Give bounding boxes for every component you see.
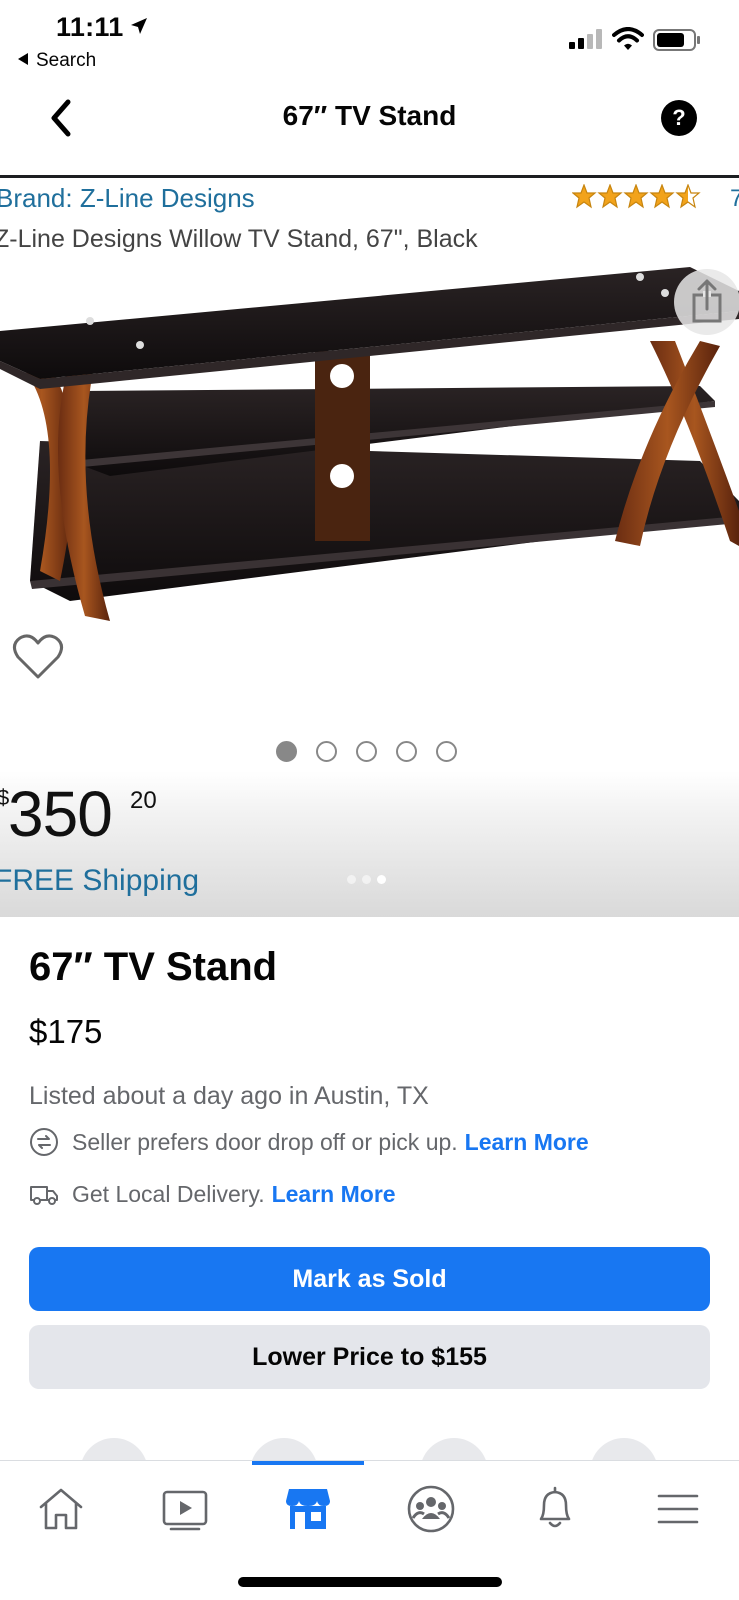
pager-dot[interactable] xyxy=(377,875,386,884)
photo-price-whole: 350 xyxy=(8,778,113,850)
nav-bar: 67″ TV Stand ? xyxy=(0,78,739,178)
listing-price: $175 xyxy=(29,1013,103,1050)
pickup-text: Seller prefers door drop off or pick up. xyxy=(72,1128,458,1155)
home-indicator xyxy=(238,1577,502,1587)
carousel-dot[interactable] xyxy=(316,741,337,762)
back-to-search-link[interactable]: Search xyxy=(18,50,96,72)
tv-stand-image xyxy=(0,267,739,621)
cellular-signal-icon xyxy=(569,29,602,49)
carousel-dot[interactable] xyxy=(436,741,457,762)
image-carousel-dots xyxy=(276,741,457,762)
lower-price-button[interactable]: Lower Price to $155 xyxy=(29,1325,710,1389)
bell-icon[interactable] xyxy=(527,1481,583,1537)
share-icon[interactable] xyxy=(674,269,739,335)
hamburger-menu-icon[interactable] xyxy=(650,1481,706,1537)
swap-arrows-icon xyxy=(30,1128,58,1156)
location-arrow-icon xyxy=(131,18,147,34)
carousel-dot[interactable] xyxy=(276,741,297,762)
carousel-dot[interactable] xyxy=(396,741,417,762)
help-button[interactable]: ? xyxy=(661,100,697,136)
delivery-truck-icon xyxy=(30,1186,58,1205)
nav-title: 67″ TV Stand xyxy=(282,100,457,131)
photo-price-cents: 20 xyxy=(130,787,157,814)
status-bar: 11:11 Search xyxy=(0,0,739,78)
delivery-text: Get Local Delivery. xyxy=(72,1180,265,1207)
photo-brand-text: Brand: Z-Line Designs xyxy=(0,183,255,213)
pickup-learn-more-link[interactable]: Learn More xyxy=(465,1129,589,1156)
listing-photo[interactable]: Brand: Z-Line Designs 7 Z-Line Designs W… xyxy=(0,181,739,917)
wifi-icon xyxy=(612,27,644,50)
back-search-label: Search xyxy=(36,50,97,71)
active-tab-indicator xyxy=(252,1461,364,1465)
pager-dot[interactable] xyxy=(347,875,356,884)
back-triangle-icon xyxy=(18,53,28,65)
listing-meta: Listed about a day ago in Austin, TX xyxy=(29,1082,429,1110)
heart-icon[interactable] xyxy=(12,633,64,681)
delivery-learn-more-link[interactable]: Learn More xyxy=(272,1181,396,1208)
carousel-dot[interactable] xyxy=(356,741,377,762)
status-time: 11:11 xyxy=(56,12,124,42)
home-icon[interactable] xyxy=(33,1481,89,1537)
video-play-icon[interactable] xyxy=(157,1481,213,1537)
listing-title: 67″ TV Stand xyxy=(29,945,278,989)
photo-product-subtitle: Z-Line Designs Willow TV Stand, 67", Bla… xyxy=(0,225,478,253)
battery-icon xyxy=(653,29,700,51)
rating-count-fragment: 7 xyxy=(730,185,739,212)
delivery-info-row: Get Local Delivery. Learn More xyxy=(29,1179,396,1209)
photo-shipping-text: FREE Shipping xyxy=(0,864,200,897)
photo-pager-dots[interactable] xyxy=(347,875,386,884)
pager-dot[interactable] xyxy=(362,875,371,884)
marketplace-shop-icon[interactable] xyxy=(280,1481,336,1537)
mark-as-sold-button[interactable]: Mark as Sold xyxy=(29,1247,710,1311)
groups-icon[interactable] xyxy=(403,1481,459,1537)
pickup-info-row: Seller prefers door drop off or pick up.… xyxy=(29,1127,589,1157)
rating-stars-icon xyxy=(572,184,701,209)
